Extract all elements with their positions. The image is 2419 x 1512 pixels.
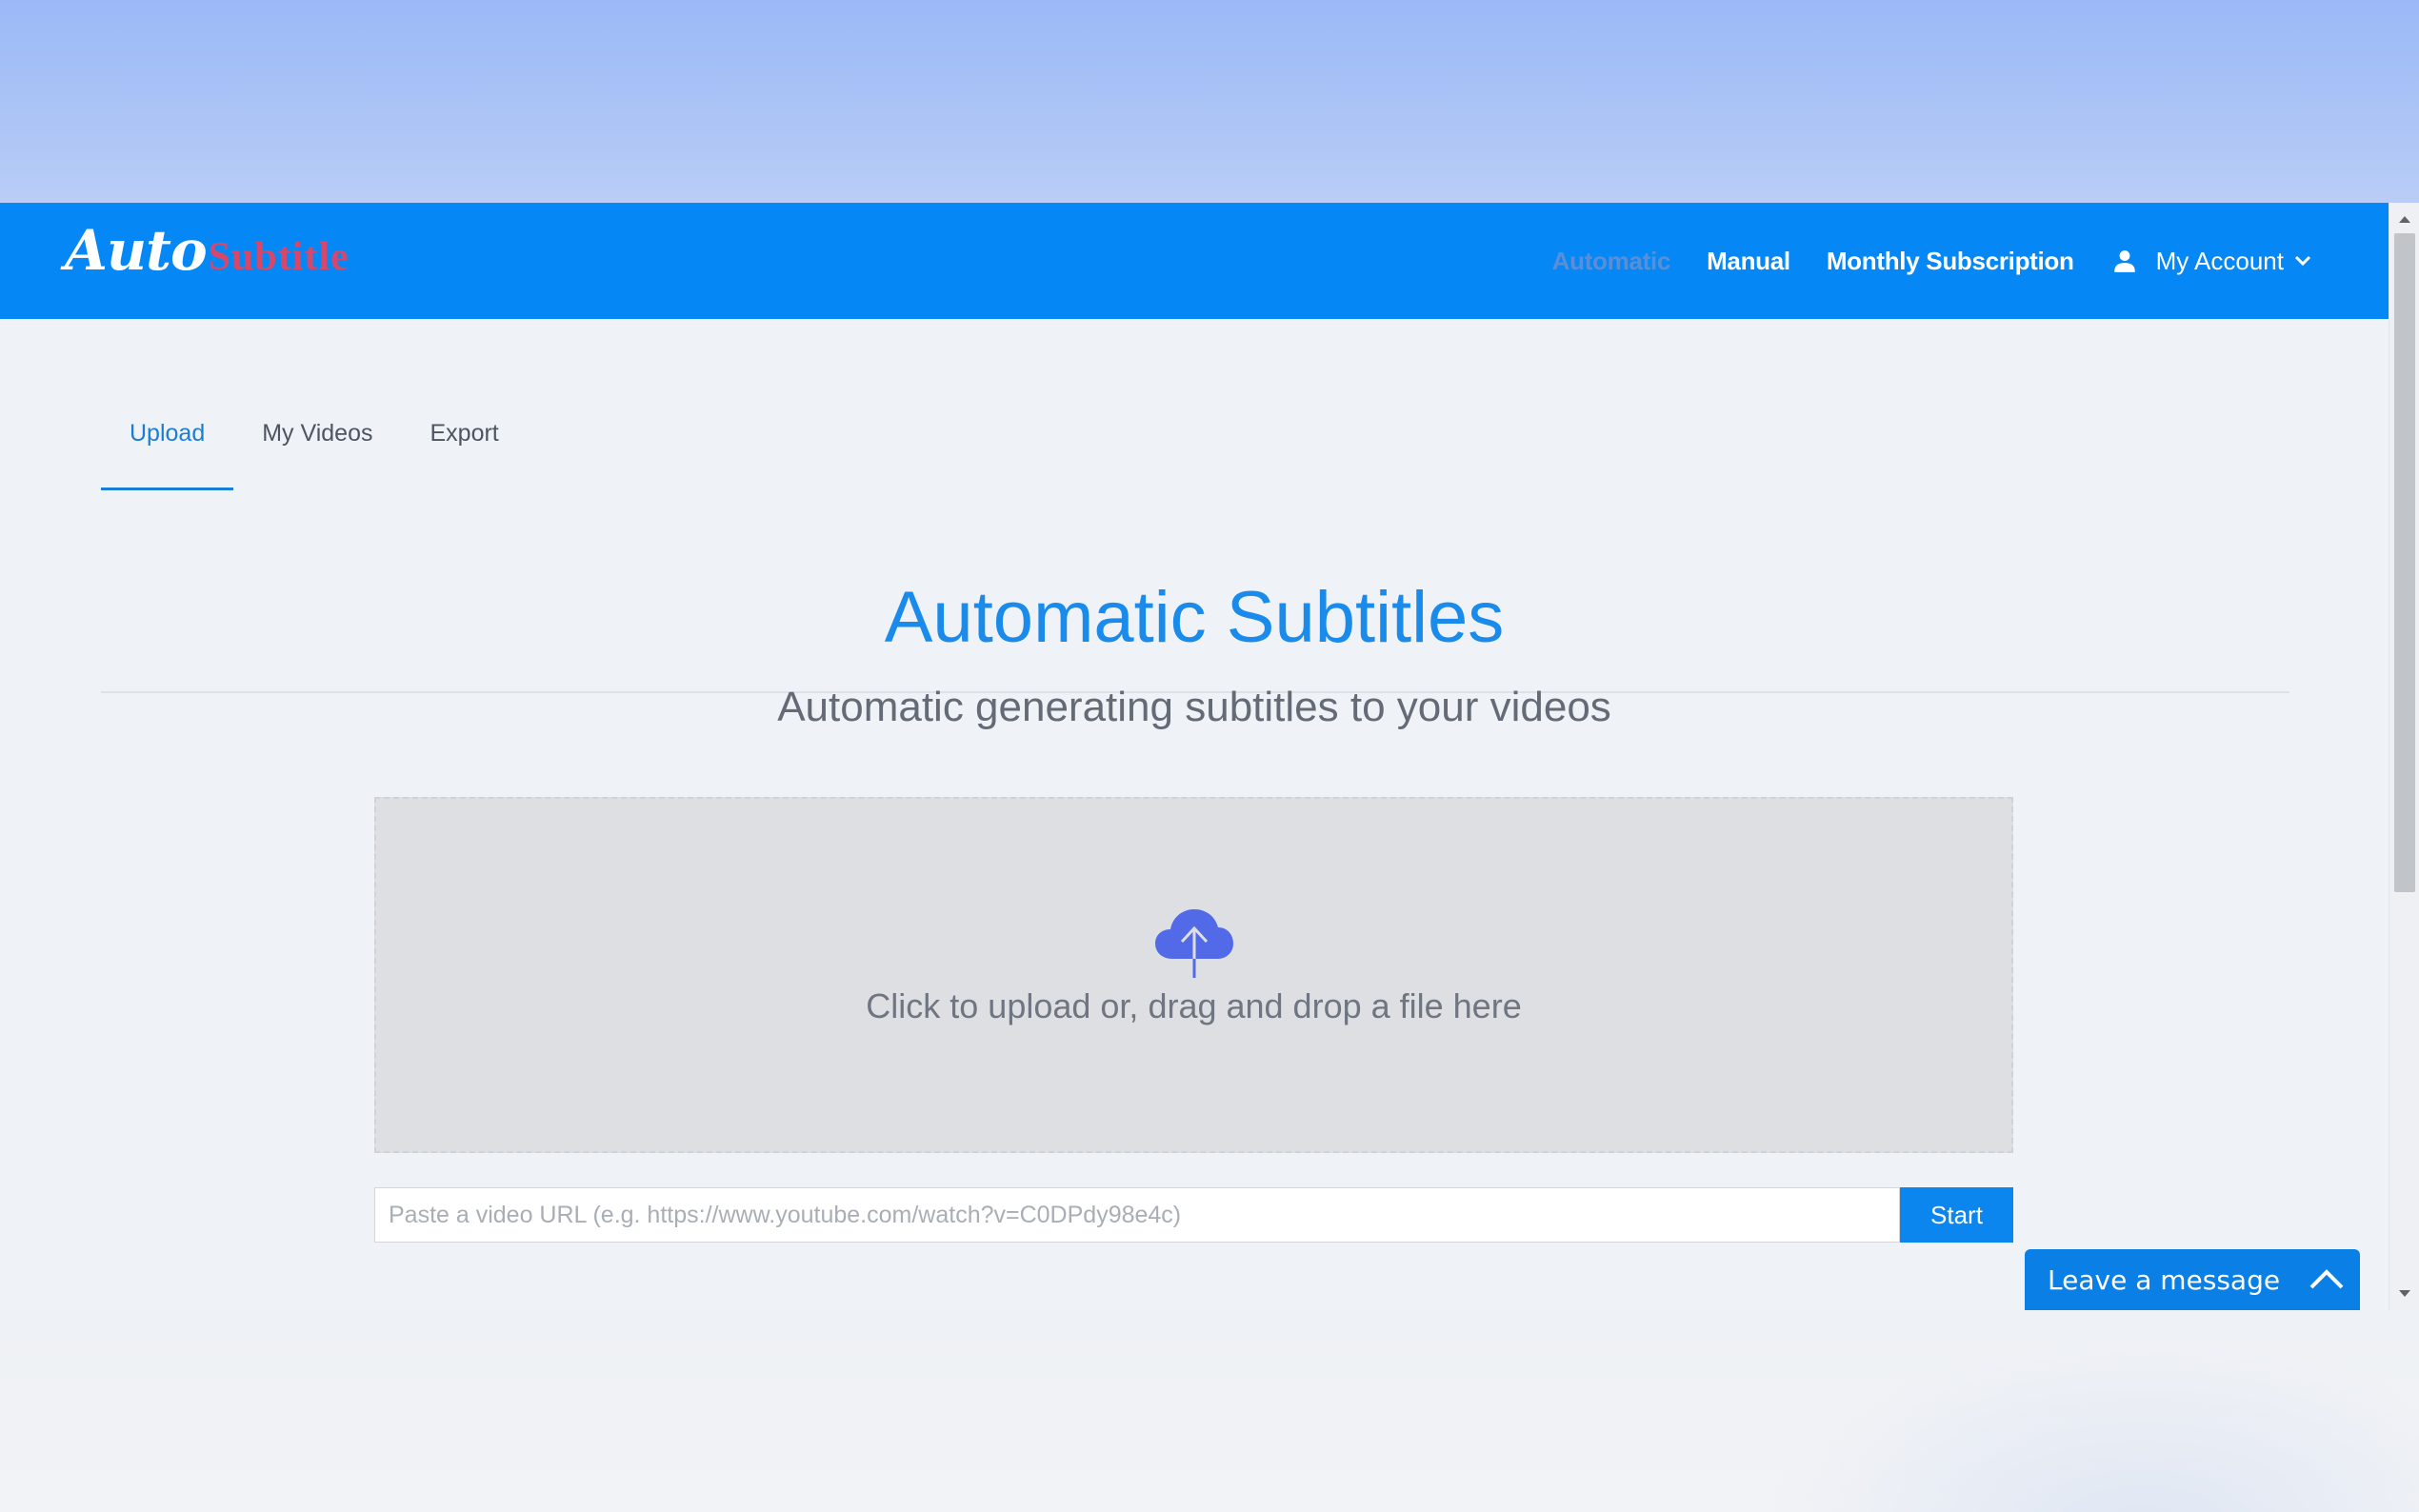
cloud-upload-icon bbox=[1155, 909, 1233, 978]
scroll-down-arrow-icon[interactable] bbox=[2389, 1282, 2419, 1306]
browser-viewport: Auto Subtitle Automatic Manual Monthly S… bbox=[0, 203, 2419, 1310]
leave-message-label: Leave a message bbox=[2048, 1263, 2281, 1296]
desktop-background bbox=[0, 1310, 2419, 1512]
chevron-down-icon bbox=[2294, 255, 2311, 267]
my-account-label: My Account bbox=[2155, 246, 2284, 275]
tab-my-videos[interactable]: My Videos bbox=[233, 203, 401, 490]
vertical-scrollbar[interactable] bbox=[2389, 203, 2419, 1310]
dropzone-text: Click to upload or, drag and drop a file… bbox=[866, 986, 1522, 1025]
scroll-up-arrow-icon[interactable] bbox=[2389, 207, 2419, 231]
user-icon bbox=[2113, 250, 2135, 272]
my-account-dropdown[interactable]: My Account bbox=[2112, 247, 2312, 276]
tab-upload[interactable]: Upload bbox=[101, 203, 234, 490]
nav-monthly-subscription[interactable]: Monthly Subscription bbox=[1827, 247, 2074, 276]
nav-menu: Automatic Manual Monthly Subscription My… bbox=[1516, 203, 2312, 319]
start-button[interactable]: Start bbox=[1900, 1187, 2013, 1243]
chevron-up-icon bbox=[2309, 1269, 2344, 1289]
leave-message-widget[interactable]: Leave a message bbox=[2025, 1249, 2360, 1310]
page-subtitle: Automatic generating subtitles to your v… bbox=[777, 684, 1611, 730]
content-tabs: Upload My Videos Export bbox=[101, 203, 528, 490]
video-url-input[interactable] bbox=[374, 1187, 1900, 1243]
scrollbar-thumb[interactable] bbox=[2394, 233, 2415, 892]
url-form: Start bbox=[374, 1187, 2013, 1243]
nav-automatic[interactable]: Automatic bbox=[1552, 247, 1671, 276]
tab-export[interactable]: Export bbox=[402, 203, 528, 490]
page-title: Automatic Subtitles bbox=[884, 577, 1505, 658]
nav-manual[interactable]: Manual bbox=[1707, 247, 1790, 276]
file-dropzone[interactable]: Click to upload or, drag and drop a file… bbox=[374, 797, 2013, 1153]
